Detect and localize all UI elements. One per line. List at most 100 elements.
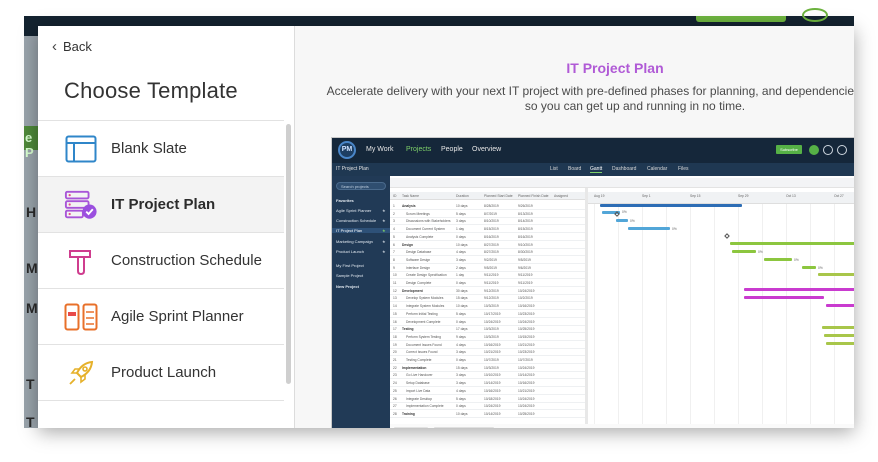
preview-table-cell: 9/11/2019 <box>484 281 499 285</box>
preview-table-cell: 17 <box>393 327 397 332</box>
preview-table-cell: 9/11/2019 <box>484 273 499 278</box>
preview-table-cell: 9/11/2019 <box>518 281 533 285</box>
background-green-button <box>696 16 786 22</box>
preview-gantt-percent: 0% <box>794 258 799 262</box>
preview-nav-item: Overview <box>472 146 502 153</box>
preview-table-cell: 10 days <box>456 411 468 416</box>
preview-table-cell: 10/24/2019 <box>484 319 501 324</box>
preview-table-cell: 5 days <box>456 211 466 216</box>
preview-table-cell: 10/16/2019 <box>518 304 535 309</box>
preview-table-cell: Import Live Data <box>406 388 431 393</box>
preview-table-cell: Discussions with Stakeholders <box>406 219 451 224</box>
preview-table-cell: 10/24/2019 <box>484 404 501 409</box>
preview-gantt-bar <box>744 288 854 291</box>
preview-gantt-percent: 0% <box>758 250 763 254</box>
preview-table-cell: 30 days <box>456 288 468 293</box>
background-text-fragment: T <box>26 376 35 392</box>
preview-table-cell: 10/3/2019 <box>484 334 499 339</box>
preview-table-cell: 10/21/2019 <box>484 350 501 355</box>
preview-table-cell: 11 <box>393 281 397 285</box>
preview-table-cell: 3 days <box>456 373 466 378</box>
modal-title: Choose Template <box>64 78 238 103</box>
preview-table-cell: Design <box>402 242 413 247</box>
template-item-product-launch[interactable]: Product Launch <box>38 345 284 401</box>
preview-table-cell: Setup Database <box>406 381 430 386</box>
preview-table-cell: Perform System Testing <box>406 334 441 339</box>
preview-gantt-percent: 0% <box>672 227 677 231</box>
background-text-fragment: M <box>26 300 38 316</box>
preview-gantt-gridline <box>786 204 787 428</box>
preview-table-cell: Scrum Meetings <box>406 211 430 216</box>
preview-gantt-bar <box>764 258 792 261</box>
preview-table-cell: 3 days <box>456 381 466 386</box>
preview-table-cell: 17 days <box>456 327 468 332</box>
preview-gantt-gridline <box>762 204 763 428</box>
background-avatar <box>802 8 828 22</box>
preview-table-cell: 9/12/2019 <box>484 296 499 301</box>
template-item-it-project-plan[interactable]: IT Project Plan <box>38 177 284 233</box>
preview-table-cell: 10 days <box>456 304 468 309</box>
background-text-fragment: H <box>26 204 37 220</box>
preview-table-cell: 0 days <box>456 319 466 324</box>
preview-column-header: Assigned <box>554 194 568 198</box>
preview-table-cell: 1 <box>393 204 395 208</box>
preview-new-project: New Project <box>336 284 359 289</box>
preview-table-cell: 8/14/2019 <box>518 219 533 224</box>
preview-column-header: Planned Start Date <box>484 194 513 198</box>
preview-table-cell: 10/10/2019 <box>484 373 501 378</box>
preview-footer-button <box>394 427 428 428</box>
template-item-label: Agile Sprint Planner <box>111 308 244 325</box>
preview-table-cell: 10/21/2019 <box>518 342 535 347</box>
background-text-fragment: M <box>26 260 38 276</box>
preview-table-cell: 9/5/2019 <box>518 257 531 262</box>
preview-table-cell: 2 <box>393 211 395 216</box>
preview-gantt-gridline <box>594 204 595 428</box>
back-button[interactable]: ‹ Back <box>52 38 92 55</box>
preview-table-cell: Development Complete <box>406 319 441 324</box>
preview-table-cell: 10/18/2019 <box>484 396 501 401</box>
preview-table-cell: 8/27/2019 <box>484 250 499 255</box>
preview-table-cell: 4 days <box>456 342 466 347</box>
preview-table-cell: 23 <box>393 373 397 378</box>
preview-table-cell: 10 days <box>456 242 468 247</box>
template-detail-description: Accelerate delivery with your next IT pr… <box>326 84 854 113</box>
preview-table-cell: 10/7/2019 <box>484 358 499 362</box>
preview-table-cell: 10/23/2019 <box>518 350 535 355</box>
preview-table-cell: 10/16/2019 <box>518 381 535 386</box>
preview-table-cell: Integrate Desktop <box>406 396 433 401</box>
preview-table-cell: 8/15/2019 <box>518 227 533 232</box>
preview-table-cell: 10/3/2019 <box>484 365 499 370</box>
preview-subscribe-button: Subscribe <box>776 145 802 154</box>
template-list-scrollbar[interactable] <box>286 124 291 384</box>
template-item-agile-sprint-planner[interactable]: Agile Sprint Planner <box>38 289 284 345</box>
preview-table-cell: 2 days <box>456 265 466 270</box>
preview-gantt-gridline <box>834 204 835 428</box>
preview-table-cell: 15 days <box>456 365 468 370</box>
star-icon: ★ <box>382 239 386 244</box>
template-item-construction-schedule[interactable]: Construction Schedule <box>38 233 284 289</box>
preview-gantt-gridline <box>714 204 715 428</box>
preview-table-cell: Implementation <box>402 365 427 370</box>
preview-table-cell: 10/2/2019 <box>518 296 533 301</box>
preview-sidebar-project: Construction Schedule <box>336 218 377 223</box>
preview-table-cell: 3 <box>393 219 395 224</box>
template-item-label: IT Project Plan <box>111 196 216 213</box>
preview-table-cell: 19 <box>393 342 397 347</box>
preview-gantt-bar <box>818 273 854 276</box>
preview-table-cell: 10/24/2019 <box>518 365 535 370</box>
preview-gantt-month: Sep 1 <box>642 194 651 198</box>
preview-table-cell: 14 <box>393 304 397 309</box>
preview-table-cell: 25 <box>393 388 397 393</box>
preview-gantt-gridline <box>738 204 739 428</box>
preview-gantt-percent: 0% <box>622 210 627 214</box>
preview-table-cell: 8/30/2019 <box>518 250 533 255</box>
preview-table-cell: Training <box>402 411 415 416</box>
preview-gantt-bar <box>822 326 854 329</box>
template-item-blank-slate[interactable]: Blank Slate <box>38 121 284 177</box>
preview-table-cell: 8/16/2019 <box>518 234 533 239</box>
preview-table-cell: 6 <box>393 242 395 247</box>
preview-gantt-bar <box>826 342 854 345</box>
preview-sidebar-project: My First Project <box>336 263 364 268</box>
preview-help-icon <box>837 145 847 155</box>
preview-table-cell: Integrate System Modules <box>406 304 445 309</box>
